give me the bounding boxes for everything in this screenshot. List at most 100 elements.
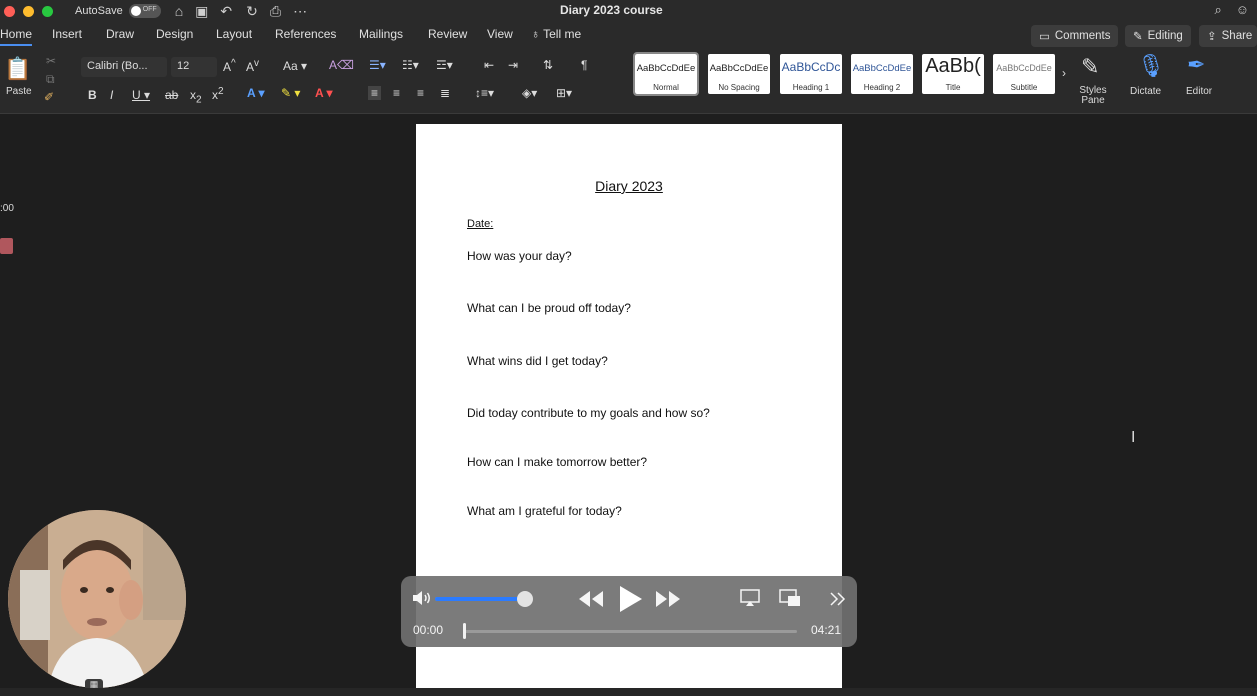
gallery-more-icon[interactable]: › [1062, 66, 1066, 80]
editing-button[interactable]: ✎ Editing [1125, 25, 1191, 47]
grow-font-icon[interactable]: A^ [223, 58, 236, 74]
style-name: Normal [653, 83, 679, 92]
tab-tell-me[interactable]: ♁ Tell me [531, 27, 581, 41]
more-controls-icon[interactable] [829, 591, 847, 607]
bullets-icon[interactable]: ☰▾ [369, 58, 386, 72]
style-preview: AaBbCcDdEe [636, 63, 696, 74]
italic-icon[interactable]: I [110, 88, 113, 102]
underline-icon[interactable]: U ▾ [132, 88, 150, 102]
format-painter-icon[interactable]: ✐ [44, 90, 54, 104]
tell-me-label: Tell me [543, 27, 582, 41]
microphone-icon[interactable]: 🎙 [1137, 53, 1165, 79]
playhead[interactable] [463, 623, 466, 639]
decrease-indent-icon[interactable]: ⇤ [484, 58, 494, 72]
document-title: Diary 2023 course [560, 3, 663, 17]
lightbulb-icon: ♁ [531, 27, 544, 41]
autosave-toggle[interactable]: OFF [128, 4, 161, 18]
video-player: 00:00 04:21 [401, 576, 857, 647]
font-name-value: Calibri (Bo... [87, 60, 148, 72]
rewind-icon[interactable] [578, 590, 604, 608]
paste-icon[interactable]: 📋 [4, 56, 31, 82]
numbering-icon[interactable]: ☷▾ [402, 58, 419, 72]
tab-mailings[interactable]: Mailings [359, 27, 403, 41]
airplay-icon[interactable] [740, 589, 760, 607]
undo-icon[interactable]: ↶ [220, 3, 232, 20]
style-preview: AaBb( [925, 55, 981, 77]
highlight-icon[interactable]: ✎ ▾ [281, 86, 300, 100]
volume-knob[interactable] [517, 591, 533, 607]
borders-icon[interactable]: ⊞▾ [556, 86, 572, 100]
editor-icon[interactable]: ✒ [1187, 52, 1205, 78]
play-icon[interactable] [618, 585, 644, 613]
volume-slider[interactable] [435, 597, 527, 601]
increase-indent-icon[interactable]: ⇥ [508, 58, 518, 72]
bold-icon[interactable]: B [88, 88, 97, 102]
minimize-window-button[interactable] [23, 5, 34, 17]
cut-icon[interactable]: ✂ [46, 54, 56, 68]
show-formatting-icon[interactable]: ¶ [581, 58, 587, 72]
question-line: What wins did I get today? [467, 354, 608, 368]
sort-icon[interactable]: ⇅ [543, 58, 553, 72]
save-icon[interactable]: ▣ [195, 3, 208, 20]
copy-icon[interactable]: ⧉ [46, 72, 55, 87]
shrink-font-icon[interactable]: Av [246, 58, 259, 74]
paste-label[interactable]: Paste [6, 86, 32, 97]
fast-forward-icon[interactable] [655, 590, 681, 608]
style-title[interactable]: AaBb( Title [922, 54, 984, 94]
text-effects-icon[interactable]: A ▾ [247, 86, 265, 100]
subscript-icon[interactable]: x2 [190, 88, 202, 105]
close-window-button[interactable] [4, 5, 15, 17]
search-icon[interactable]: ⌕ [1214, 2, 1221, 18]
align-left-icon[interactable]: ≡ [368, 86, 382, 100]
dictate-label[interactable]: Dictate [1130, 86, 1161, 97]
strikethrough-icon[interactable]: ab [165, 88, 178, 102]
tab-draw[interactable]: Draw [106, 27, 134, 41]
picture-in-picture-icon[interactable] [779, 589, 801, 607]
change-case-icon[interactable]: Aa ▾ [283, 59, 307, 73]
comments-label: Comments [1054, 30, 1111, 42]
tab-view[interactable]: View [487, 27, 513, 41]
account-icon[interactable]: ☺ [1236, 2, 1249, 18]
multilevel-list-icon[interactable]: ☲▾ [436, 58, 453, 72]
pencil-icon: ✎ [1133, 31, 1143, 43]
superscript-icon[interactable]: x2 [212, 86, 224, 102]
progress-bar[interactable] [463, 630, 797, 633]
question-line: How can I make tomorrow better? [467, 455, 648, 469]
align-right-icon[interactable]: ≡ [417, 86, 424, 100]
comments-button[interactable]: ▭ Comments [1031, 25, 1119, 47]
line-spacing-icon[interactable]: ↕≡▾ [475, 86, 494, 100]
justify-icon[interactable]: ≣ [440, 86, 450, 100]
style-heading-1[interactable]: AaBbCcDc Heading 1 [780, 54, 842, 94]
style-subtitle[interactable]: AaBbCcDdEe Subtitle [993, 54, 1055, 94]
zoom-window-button[interactable] [42, 5, 53, 17]
editor-label[interactable]: Editor [1186, 86, 1212, 97]
tab-design[interactable]: Design [156, 27, 193, 41]
more-icon[interactable]: ⋯ [293, 3, 307, 20]
webcam-overlay [8, 510, 186, 688]
style-name: Title [945, 83, 961, 92]
home-icon[interactable]: ⌂ [175, 3, 183, 19]
clear-formatting-icon[interactable]: A⌫ [329, 58, 354, 72]
share-button[interactable]: ⇪ Share [1199, 25, 1257, 47]
question-line: What can I be proud off today? [467, 301, 631, 315]
style-no-spacing[interactable]: AaBbCcDdEe No Spacing [708, 54, 770, 94]
tab-insert[interactable]: Insert [52, 27, 82, 41]
styles-pane-label[interactable]: Styles Pane [1079, 86, 1107, 106]
style-heading-2[interactable]: AaBbCcDdEe Heading 2 [851, 54, 913, 94]
style-normal[interactable]: AaBbCcDdEe Normal [633, 52, 699, 96]
tab-review[interactable]: Review [428, 27, 467, 41]
volume-icon[interactable] [412, 590, 432, 606]
shading-icon[interactable]: ◈▾ [522, 86, 537, 100]
redo-icon[interactable]: ↻ [246, 3, 258, 20]
font-size-select[interactable]: 12 [171, 57, 217, 77]
toggle-knob [130, 6, 141, 16]
share-label: Share [1221, 30, 1253, 42]
tab-layout[interactable]: Layout [216, 27, 252, 41]
font-name-select[interactable]: Calibri (Bo... [81, 57, 167, 77]
print-icon[interactable]: ⎙ [270, 3, 281, 20]
align-center-icon[interactable]: ≡ [393, 86, 400, 100]
tab-references[interactable]: References [275, 27, 336, 41]
tab-home[interactable]: Home [0, 27, 33, 46]
font-color-icon[interactable]: A ▾ [315, 86, 333, 100]
styles-pane-icon[interactable]: ✎ [1081, 54, 1099, 80]
